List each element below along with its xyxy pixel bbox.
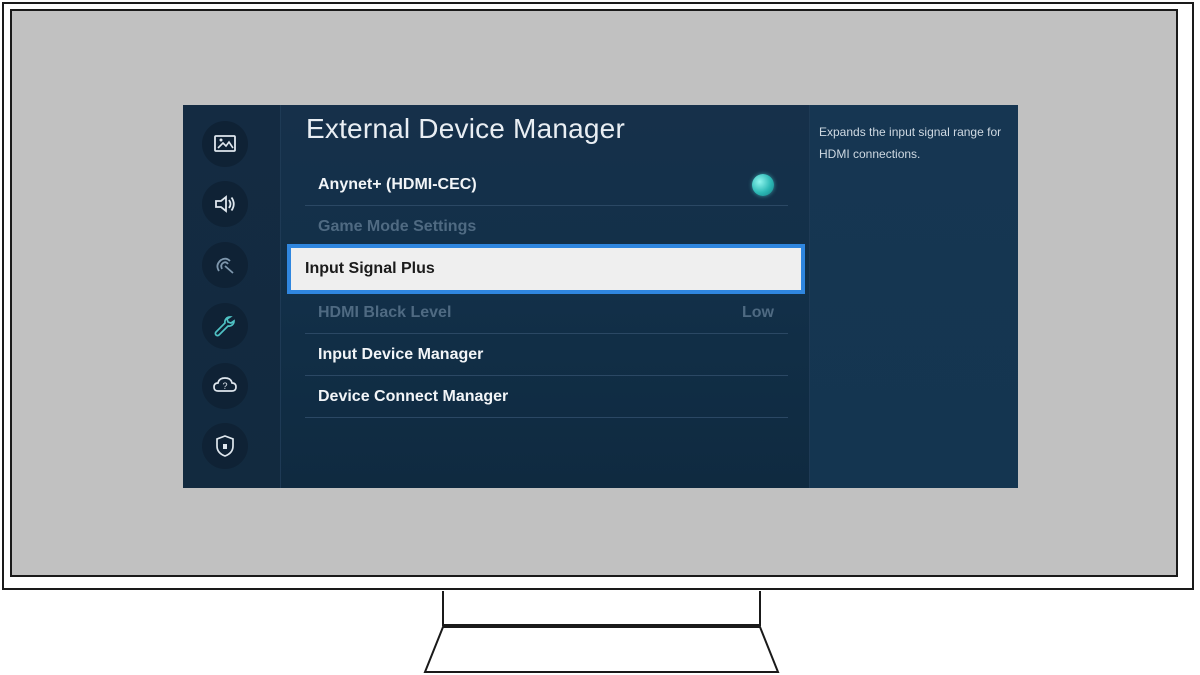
page-title: External Device Manager: [306, 113, 625, 144]
support-icon[interactable]: ?: [202, 363, 248, 409]
settings-sidebar: ?: [183, 105, 281, 488]
toggle-on-indicator[interactable]: [752, 173, 774, 196]
privacy-icon[interactable]: [202, 423, 248, 469]
menu-item-label: Anynet+ (HDMI-CEC): [318, 175, 477, 193]
tv-screen: ? External Device Manager Anynet+ (HDMI-…: [183, 105, 1018, 488]
sound-icon[interactable]: [202, 181, 248, 227]
menu-item-value: Low: [742, 303, 774, 321]
menu-item-label: Input Device Manager: [318, 345, 484, 363]
broadcasting-icon[interactable]: [202, 242, 248, 288]
menu-item-game-mode-settings: Game Mode Settings: [305, 206, 788, 248]
menu-item-input-device-manager[interactable]: Input Device Manager: [305, 334, 788, 376]
menu-item-label: HDMI Black Level: [318, 303, 452, 321]
general-icon[interactable]: [202, 303, 248, 349]
menu-item-input-signal-plus[interactable]: Input Signal Plus: [287, 244, 805, 294]
menu-item-label: Input Signal Plus: [305, 260, 435, 277]
menu-item-anynet[interactable]: Anynet+ (HDMI-CEC): [305, 164, 788, 206]
picture-icon[interactable]: [202, 121, 248, 167]
svg-text:?: ?: [222, 381, 227, 391]
menu-item-device-connect-manager[interactable]: Device Connect Manager: [305, 376, 788, 418]
help-text: Expands the input signal range for HDMI …: [819, 125, 1002, 161]
menu-item-label: Device Connect Manager: [318, 387, 509, 405]
menu-item-hdmi-black-level: HDMI Black Level Low: [305, 292, 788, 334]
menu-item-label: Game Mode Settings: [318, 217, 477, 235]
